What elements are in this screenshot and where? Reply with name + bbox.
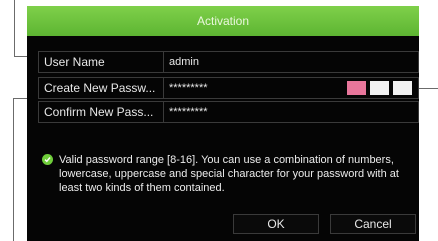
activation-dialog: Activation User Name admin Create New Pa…: [27, 6, 419, 241]
cancel-button[interactable]: Cancel: [330, 214, 416, 234]
row-divider: [163, 102, 164, 122]
create-password-row: Create New Passw... *********: [38, 77, 419, 99]
user-name-label: User Name: [44, 55, 105, 69]
callout-line-left-top-vertical: [14, 0, 15, 56]
user-name-field[interactable]: admin: [169, 52, 329, 72]
row-divider: [163, 52, 164, 72]
callout-line-right: [418, 88, 438, 89]
password-strength-segment-3: [393, 81, 412, 95]
password-strength-segment-2: [370, 81, 389, 95]
password-strength-segment-1: [347, 81, 366, 95]
confirm-password-label: Confirm New Pass...: [44, 105, 154, 119]
user-name-row: User Name admin: [38, 51, 419, 73]
create-password-field[interactable]: *********: [169, 78, 329, 98]
create-password-label: Create New Passw...: [44, 81, 156, 95]
confirm-password-field[interactable]: *********: [169, 102, 329, 122]
dialog-title: Activation: [27, 6, 419, 36]
check-icon: [42, 154, 53, 165]
row-divider: [163, 78, 164, 98]
confirm-password-row: Confirm New Pass... *********: [38, 101, 419, 123]
callout-line-left-bottom-vertical: [13, 98, 14, 241]
password-rules-text: Valid password range [8-16]. You can use…: [59, 154, 399, 194]
ok-button[interactable]: OK: [233, 214, 319, 234]
